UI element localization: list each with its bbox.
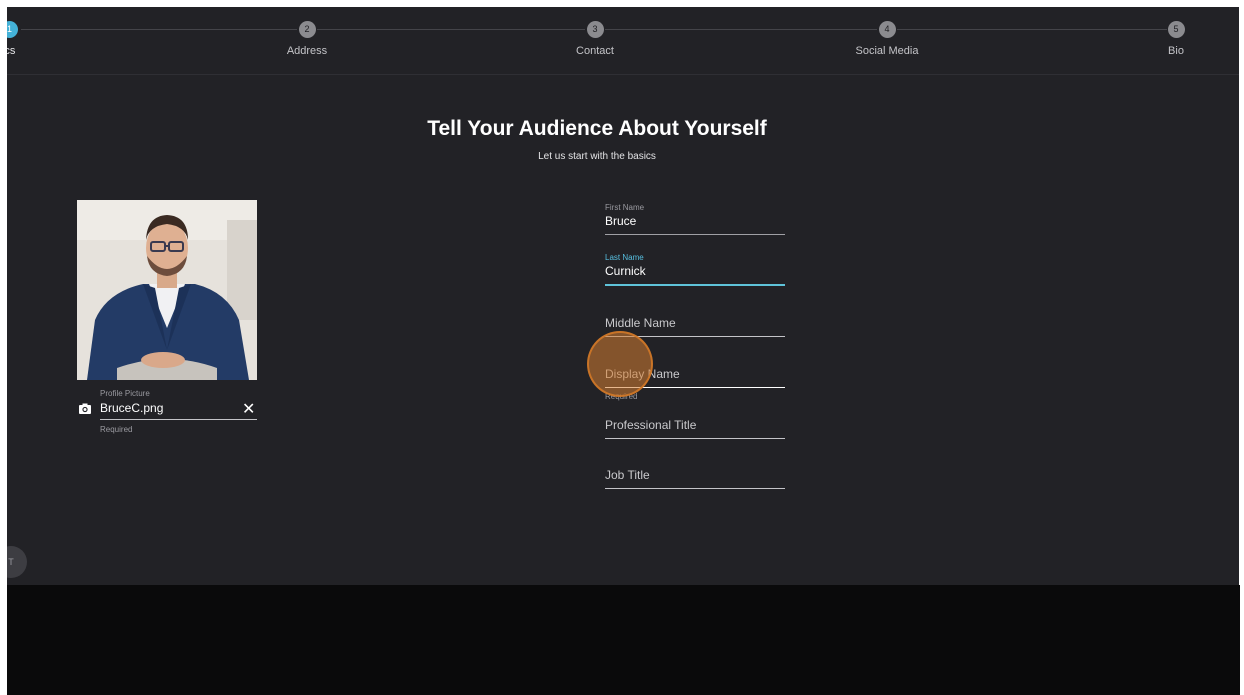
profile-picture-filename: BruceC.png <box>100 401 164 415</box>
step-number: 5 <box>1167 21 1185 38</box>
professional-title-input[interactable]: Professional Title <box>605 418 785 434</box>
step-label: Social Media <box>855 45 919 57</box>
step-label: Basics <box>7 45 16 57</box>
first-name-label: First Name <box>605 203 645 212</box>
last-name-label: Last Name <box>605 253 644 262</box>
page-subtitle: Let us start with the basics <box>538 151 656 162</box>
profile-picture-hint: Required <box>100 425 133 434</box>
profile-picture-label: Profile Picture <box>100 389 150 398</box>
step-social-media[interactable]: 4 Social Media <box>827 21 947 57</box>
last-name-input[interactable]: Curnick <box>605 264 785 280</box>
profile-picture-underline <box>100 419 257 420</box>
profile-photo-image <box>77 200 257 380</box>
step-number: 2 <box>298 21 316 38</box>
fab-button[interactable]: T <box>7 546 27 578</box>
step-label: Contact <box>576 45 614 57</box>
step-basics[interactable]: 1 Basics <box>7 21 18 57</box>
first-name-input[interactable]: Bruce <box>605 214 785 230</box>
step-address[interactable]: 2 Address <box>247 21 367 57</box>
professional-title-field[interactable]: Professional Title <box>605 418 785 439</box>
step-label: Bio <box>1168 45 1184 57</box>
close-icon[interactable]: ✕ <box>242 399 255 419</box>
step-contact[interactable]: 3 Contact <box>535 21 655 57</box>
step-number: 3 <box>586 21 604 38</box>
last-name-underline <box>605 284 785 286</box>
job-title-field[interactable]: Job Title <box>605 468 785 489</box>
stepper: 1 Basics 2 Address 3 Contact 4 Social Me… <box>7 7 1239 75</box>
step-number: 1 <box>7 21 18 38</box>
display-name-underline <box>605 387 785 388</box>
job-title-underline <box>605 488 785 489</box>
middle-name-underline <box>605 336 785 337</box>
display-name-field[interactable]: Display Name Required <box>605 367 785 401</box>
app-window: 1 Basics 2 Address 3 Contact 4 Social Me… <box>7 7 1239 585</box>
page-title: Tell Your Audience About Yourself <box>427 117 767 140</box>
step-label: Address <box>286 45 328 57</box>
bottom-band <box>7 585 1240 695</box>
step-bio[interactable]: 5 Bio <box>1116 21 1236 57</box>
middle-name-field[interactable]: Middle Name <box>605 316 785 337</box>
first-name-field[interactable]: First Name Bruce <box>605 203 785 235</box>
job-title-input[interactable]: Job Title <box>605 468 785 484</box>
last-name-field[interactable]: Last Name Curnick <box>605 253 785 286</box>
middle-name-input[interactable]: Middle Name <box>605 316 785 332</box>
step-number: 4 <box>878 21 896 38</box>
first-name-underline <box>605 234 785 235</box>
professional-title-underline <box>605 438 785 439</box>
display-name-hint: Required <box>605 392 638 401</box>
profile-photo[interactable] <box>77 200 257 380</box>
camera-icon[interactable] <box>79 403 91 414</box>
display-name-input[interactable]: Display Name <box>605 367 785 383</box>
